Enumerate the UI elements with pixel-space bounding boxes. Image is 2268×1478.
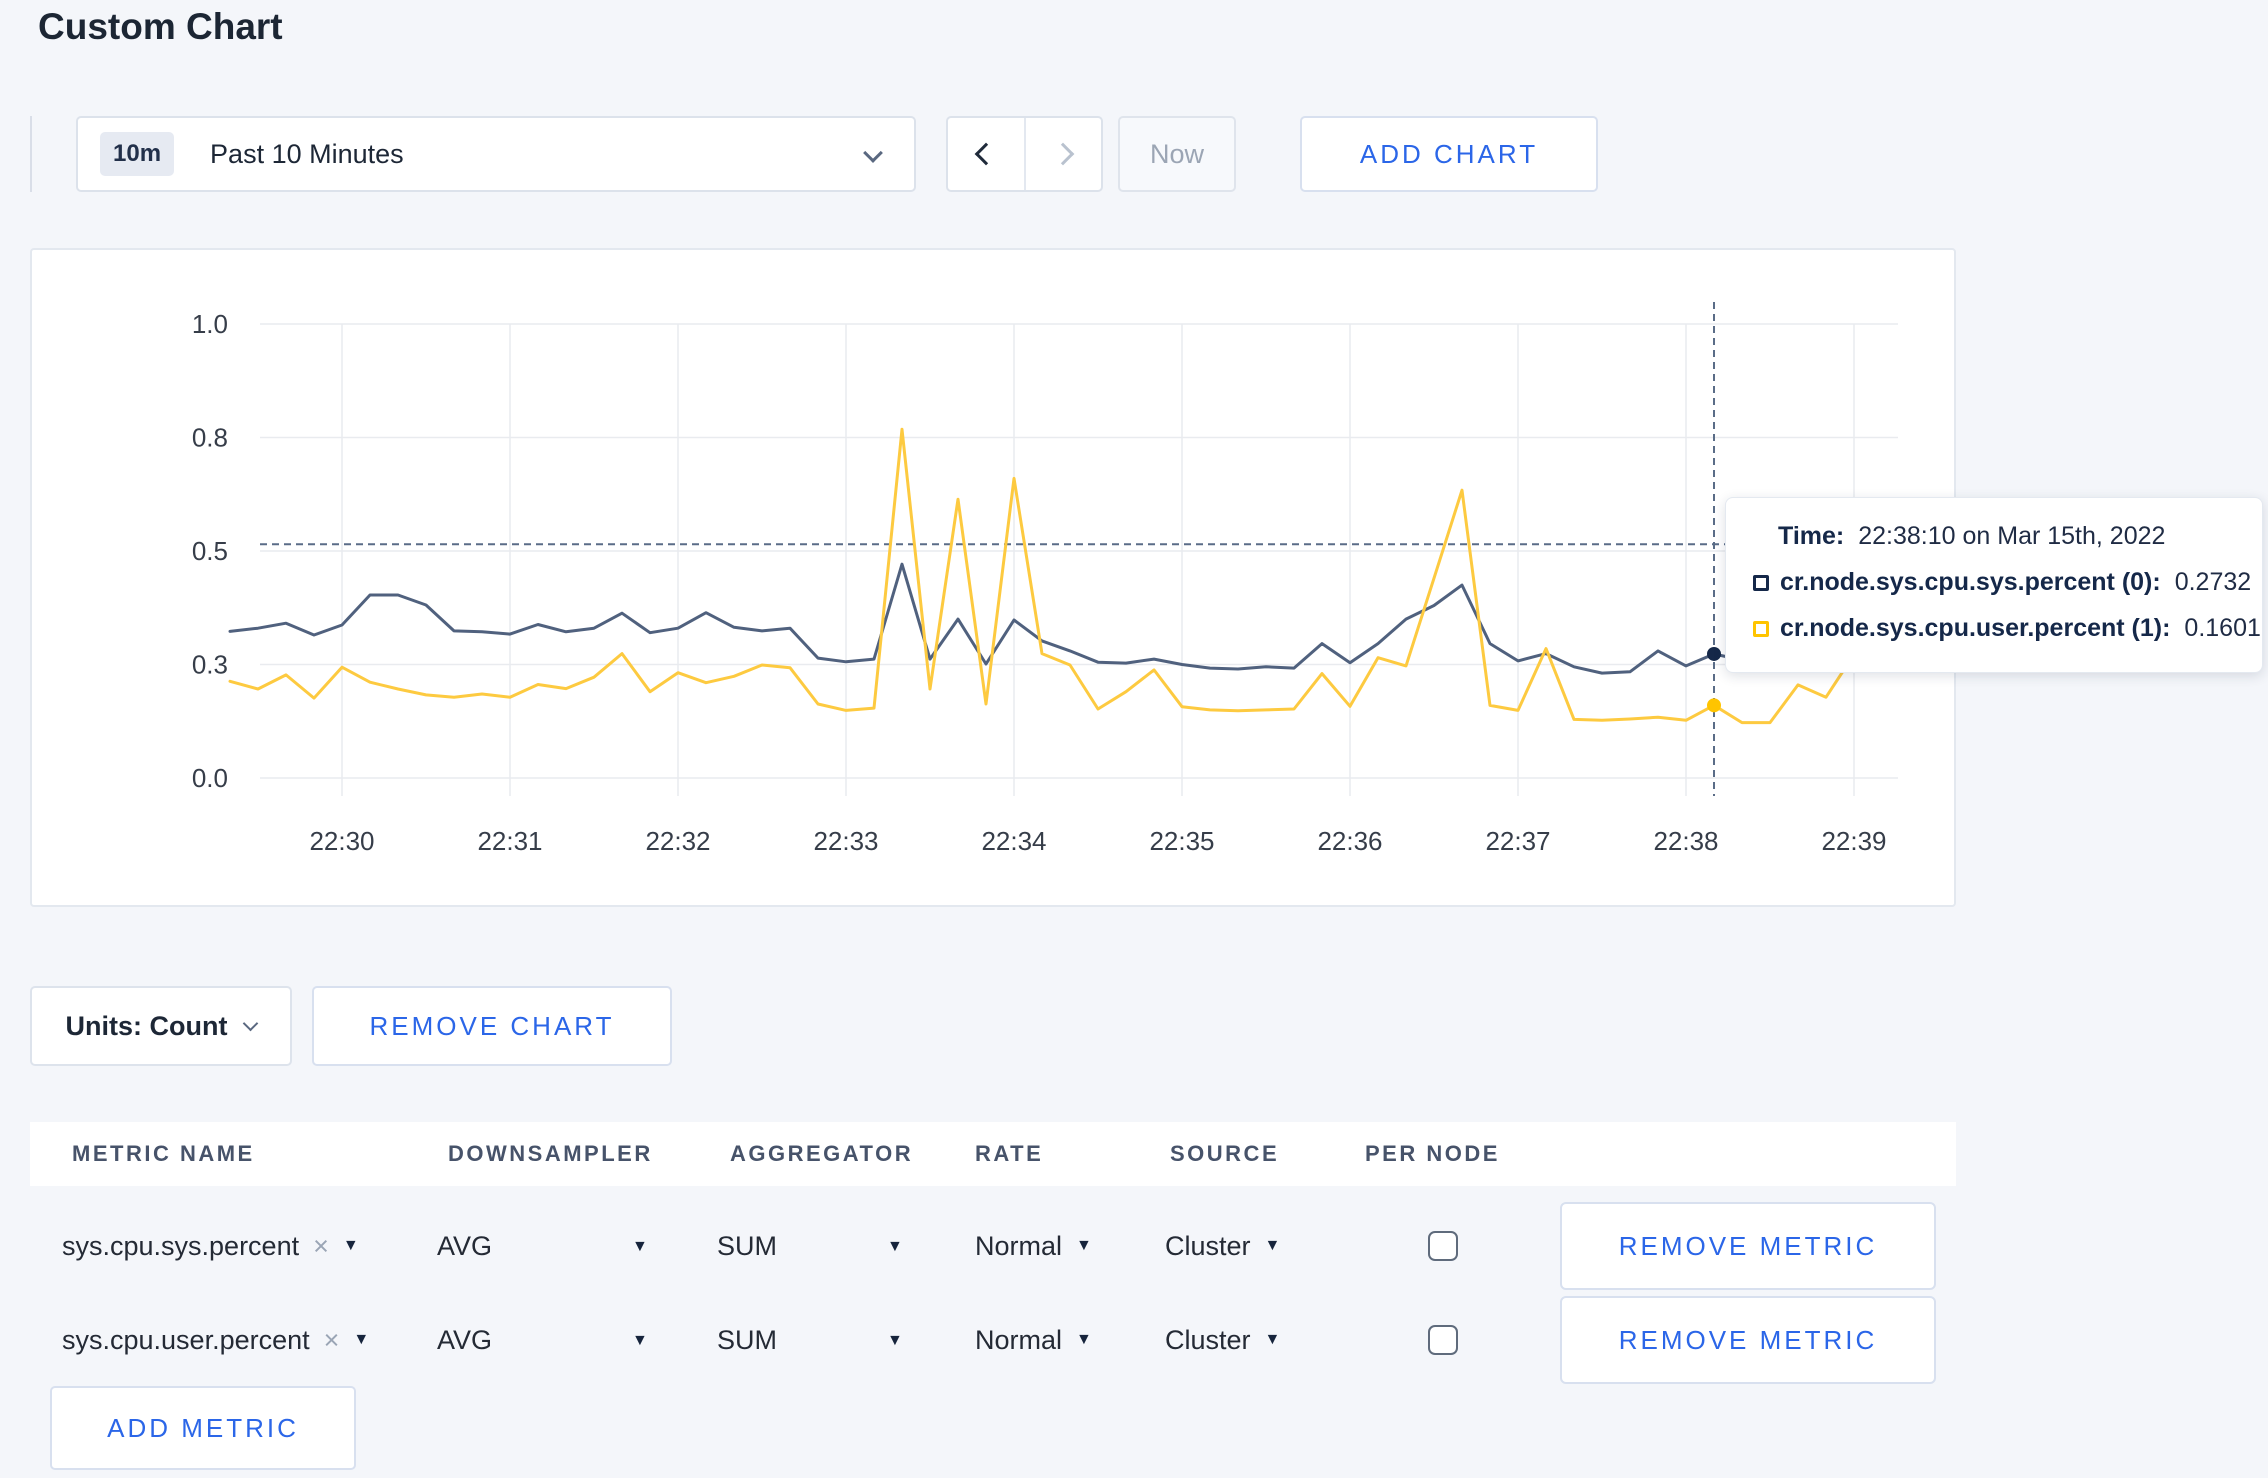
rate-value: Normal <box>975 1324 1063 1355</box>
hover-point-dot <box>1707 698 1722 713</box>
metric-name-select[interactable]: sys.cpu.sys.percent × ▼ <box>62 1200 359 1292</box>
time-range-label: Past 10 Minutes <box>210 138 404 169</box>
dropdown-caret-icon: ▼ <box>1264 1237 1281 1254</box>
dropdown-caret-icon: ▼ <box>342 1237 359 1254</box>
time-range-badge: 10m <box>100 132 175 176</box>
clear-metric-icon[interactable]: × <box>324 1325 340 1356</box>
x-axis-tick-label: 22:34 <box>981 826 1046 856</box>
page-title: Custom Chart <box>38 6 283 47</box>
source-value: Cluster <box>1165 1230 1251 1261</box>
toolbar-divider <box>30 116 32 192</box>
clear-metric-icon[interactable]: × <box>313 1231 329 1262</box>
x-axis-tick-label: 22:38 <box>1653 826 1718 856</box>
add-chart-button[interactable]: ADD CHART <box>1300 116 1598 192</box>
chevron-right-icon <box>1051 142 1075 166</box>
x-axis-tick-label: 22:36 <box>1317 826 1382 856</box>
downsampler-select[interactable]: AVG ▼ <box>437 1294 667 1386</box>
rate-select[interactable]: Normal ▼ <box>975 1294 1092 1386</box>
downsampler-value: AVG <box>437 1324 493 1355</box>
rate-select[interactable]: Normal ▼ <box>975 1200 1092 1292</box>
now-button[interactable]: Now <box>1118 116 1236 192</box>
tooltip-time-value: 22:38:10 on Mar 15th, 2022 <box>1858 522 2166 550</box>
tooltip-time-label: Time: <box>1778 522 1845 550</box>
y-axis-tick-label: 0.8 <box>192 423 228 453</box>
rate-value: Normal <box>975 1230 1063 1261</box>
next-range-button[interactable] <box>1026 118 1102 190</box>
y-axis-tick-label: 0.5 <box>192 536 228 566</box>
dropdown-caret-icon: ▼ <box>353 1331 370 1348</box>
add-metric-button[interactable]: ADD METRIC <box>50 1386 356 1470</box>
x-axis-tick-label: 22:37 <box>1485 826 1550 856</box>
metric-name-value: sys.cpu.user.percent <box>62 1324 310 1355</box>
custom-chart-page: { "page": { "title": "Custom Chart" }, "… <box>0 0 2268 1478</box>
hover-point-dot <box>1707 646 1722 661</box>
previous-range-button[interactable] <box>948 118 1026 190</box>
time-step-controls <box>946 116 1103 192</box>
x-axis-tick-label: 22:35 <box>1149 826 1214 856</box>
column-header-per-node: PER NODE <box>1365 1141 1500 1166</box>
units-dropdown[interactable]: Units: Count <box>30 986 292 1066</box>
series-line <box>228 562 1884 675</box>
metric-row: sys.cpu.sys.percent × ▼ AVG ▼ SUM ▼ Norm… <box>0 1200 2268 1292</box>
dropdown-caret-icon: ▼ <box>887 1332 903 1349</box>
y-axis-tick-label: 0.0 <box>192 763 228 793</box>
aggregator-select[interactable]: SUM ▼ <box>717 1294 922 1386</box>
x-axis-tick-label: 22:30 <box>309 826 374 856</box>
dropdown-caret-icon: ▼ <box>887 1238 903 1255</box>
dropdown-caret-icon: ▼ <box>632 1332 648 1349</box>
x-axis-tick-label: 22:31 <box>477 826 542 856</box>
chevron-down-icon <box>863 143 883 163</box>
dropdown-caret-icon: ▼ <box>632 1238 648 1255</box>
downsampler-value: AVG <box>437 1230 493 1261</box>
units-label: Units: Count <box>65 1010 228 1041</box>
series-line <box>228 427 1884 725</box>
series-sys-swatch-icon <box>1753 574 1769 591</box>
source-value: Cluster <box>1165 1324 1251 1355</box>
per-node-checkbox[interactable] <box>1428 1231 1458 1261</box>
remove-metric-button[interactable]: REMOVE METRIC <box>1560 1202 1936 1290</box>
chevron-left-icon <box>974 142 998 166</box>
aggregator-value: SUM <box>717 1230 777 1261</box>
dropdown-caret-icon: ▼ <box>1076 1331 1092 1348</box>
metric-row: sys.cpu.user.percent × ▼ AVG ▼ SUM ▼ Nor… <box>0 1294 2268 1386</box>
remove-metric-button[interactable]: REMOVE METRIC <box>1560 1296 1936 1384</box>
column-header-downsampler: DOWNSAMPLER <box>448 1141 653 1166</box>
metric-name-value: sys.cpu.sys.percent <box>62 1230 300 1261</box>
column-header-source: SOURCE <box>1170 1141 1280 1166</box>
cpu-percent-line-chart[interactable]: 0.0 0.3 0.5 0.8 1.0 22:30 22:31 22:32 22:33 22:34… <box>32 250 1954 905</box>
time-range-selector[interactable]: 10m Past 10 Minutes <box>76 116 916 192</box>
tooltip-series-label: cr.node.sys.cpu.sys.percent (0): <box>1780 568 2161 596</box>
y-axis-tick-label: 1.0 <box>192 309 228 339</box>
remove-chart-button[interactable]: REMOVE CHART <box>312 986 672 1066</box>
series-user-swatch-icon <box>1753 620 1769 637</box>
x-axis-tick-label: 22:33 <box>813 826 878 856</box>
column-header-rate: RATE <box>975 1141 1044 1166</box>
x-axis-tick-label: 22:39 <box>1821 826 1886 856</box>
downsampler-select[interactable]: AVG ▼ <box>437 1200 667 1292</box>
per-node-checkbox[interactable] <box>1428 1325 1458 1355</box>
tooltip-series-label: cr.node.sys.cpu.user.percent (1): <box>1780 614 2171 642</box>
dropdown-caret-icon: ▼ <box>1264 1331 1281 1348</box>
x-axis-tick-label: 22:32 <box>645 826 710 856</box>
aggregator-value: SUM <box>717 1324 777 1355</box>
source-select[interactable]: Cluster ▼ <box>1165 1294 1280 1386</box>
column-header-metric-name: METRIC NAME <box>72 1141 255 1166</box>
column-header-aggregator: AGGREGATOR <box>730 1141 914 1166</box>
tooltip-series-value: 0.2732 <box>2174 568 2252 596</box>
metrics-table-header: METRIC NAME DOWNSAMPLER AGGREGATOR RATE … <box>30 1122 1956 1186</box>
chart-card: 0.0 0.3 0.5 0.8 1.0 22:30 22:31 22:32 22:33 22:34… <box>30 248 1956 907</box>
dropdown-caret-icon: ▼ <box>1076 1237 1092 1254</box>
y-axis-tick-label: 0.3 <box>192 650 228 680</box>
source-select[interactable]: Cluster ▼ <box>1165 1200 1280 1292</box>
aggregator-select[interactable]: SUM ▼ <box>717 1200 922 1292</box>
metric-name-select[interactable]: sys.cpu.user.percent × ▼ <box>62 1294 369 1386</box>
chart-hover-tooltip: Time: 22:38:10 on Mar 15th, 2022 cr.node… <box>1725 497 2263 673</box>
chevron-down-icon <box>243 1015 259 1031</box>
tooltip-series-value: 0.1601 <box>2184 614 2261 642</box>
